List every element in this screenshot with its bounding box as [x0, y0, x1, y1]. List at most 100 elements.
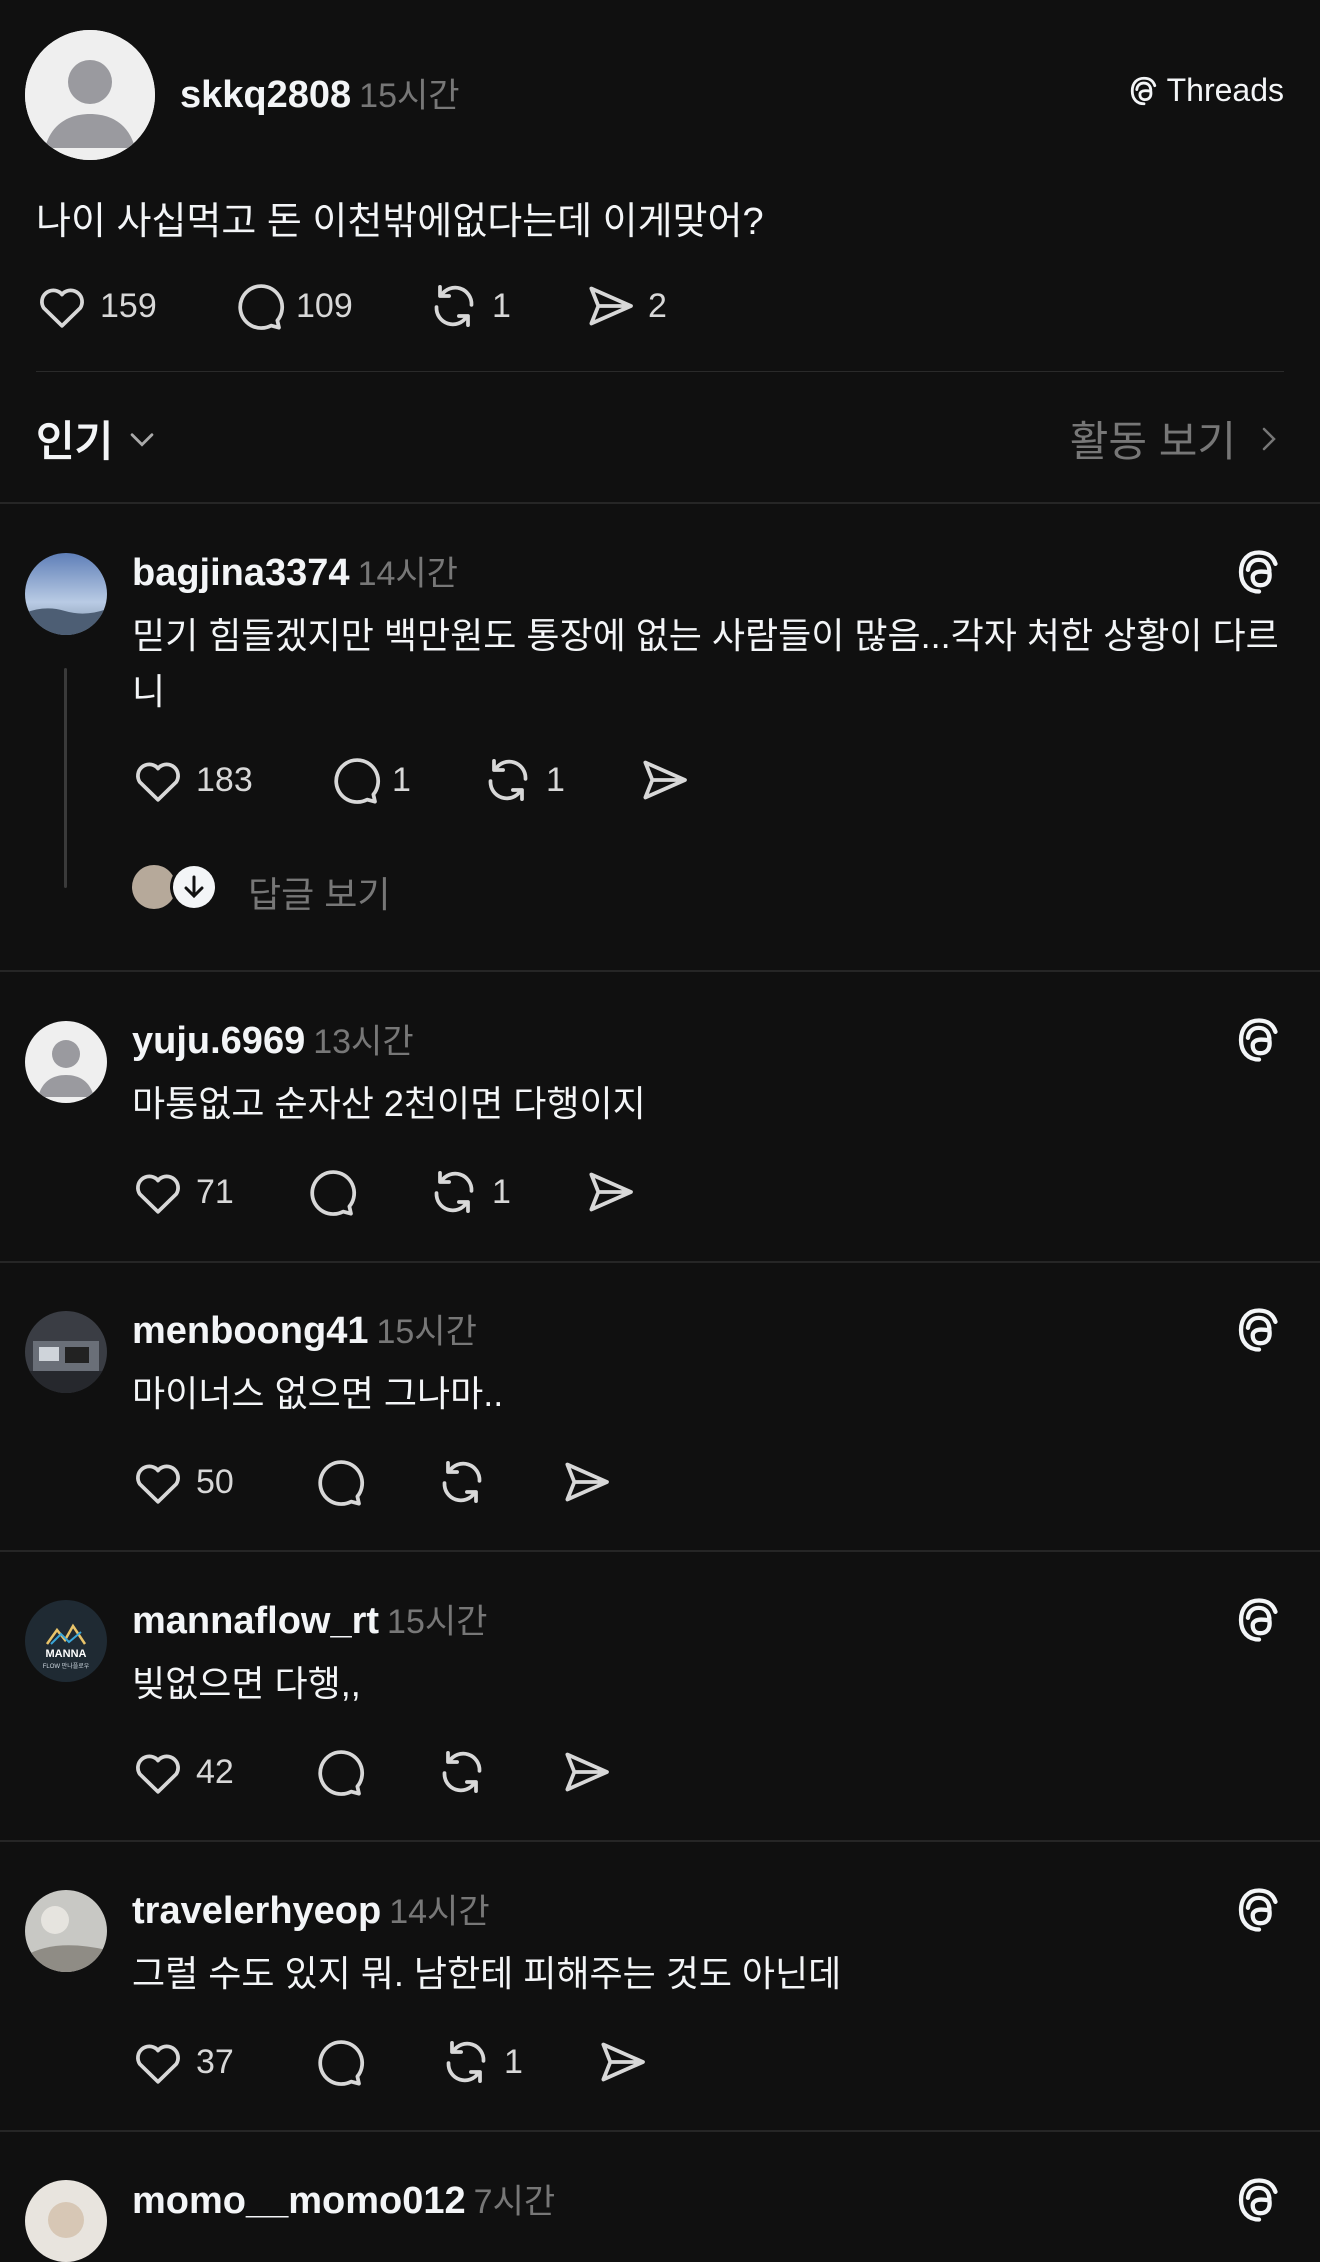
repost-button[interactable]: 1: [480, 752, 636, 808]
threads-logo-icon: [1127, 74, 1161, 108]
comment-button[interactable]: [310, 1744, 434, 1800]
comment-icon: [310, 1744, 366, 1800]
comment-icon: [310, 1454, 366, 1510]
view-replies-link[interactable]: 답글 보기: [248, 866, 390, 918]
comment-avatar[interactable]: [25, 1021, 107, 1103]
heart-icon: [130, 2034, 186, 2090]
divider: [0, 1550, 1320, 1552]
post-actions: 159 109 1 2: [34, 278, 667, 334]
heart-icon: [130, 752, 186, 808]
repost-button[interactable]: 1: [426, 278, 582, 334]
comment-actions: 37 1: [130, 2034, 650, 2090]
comment-text: 마이너스 없으면 그나마..: [132, 1373, 504, 1414]
comment-username[interactable]: mannaflow_rt 15시간: [132, 1594, 487, 1643]
like-count: 183: [196, 760, 253, 799]
comment-icon: [326, 752, 382, 808]
share-button[interactable]: [636, 752, 692, 808]
threads-badge-label: Threads: [1166, 72, 1284, 108]
like-button[interactable]: 71: [130, 1164, 302, 1220]
like-button[interactable]: 37: [130, 2034, 310, 2090]
like-count: 42: [196, 1752, 234, 1791]
threads-logo-icon[interactable]: [1233, 1304, 1285, 1356]
comment-actions: 183 1 1: [130, 752, 692, 808]
post-author-username[interactable]: skkq2808 15시간: [180, 68, 460, 117]
comment-text: 빚없으면 다행,,: [132, 1663, 361, 1704]
sort-dropdown[interactable]: 인기: [36, 408, 159, 469]
thread-connector: [64, 668, 67, 888]
repost-count: 1: [546, 760, 565, 799]
share-button[interactable]: [558, 1454, 614, 1510]
repost-button[interactable]: [434, 1744, 558, 1800]
username-text[interactable]: travelerhyeop: [132, 1890, 381, 1932]
repost-icon: [434, 1744, 490, 1800]
username-text[interactable]: mannaflow_rt: [132, 1600, 379, 1642]
comment-timestamp: 14시간: [389, 1893, 490, 1931]
comment-button[interactable]: [310, 2034, 438, 2090]
threads-badge[interactable]: Threads: [1127, 72, 1284, 109]
comment-icon: [302, 1164, 358, 1220]
view-activity-link[interactable]: 활동 보기: [1070, 408, 1284, 469]
reply-avatars: [132, 862, 222, 912]
post-timestamp: 15시간: [359, 77, 460, 115]
username-text[interactable]: yuju.6969: [132, 1020, 305, 1062]
comment-actions: 42: [130, 1744, 614, 1800]
like-count: 37: [196, 2042, 234, 2081]
repost-icon: [480, 752, 536, 808]
comment-button[interactable]: 1: [326, 752, 480, 808]
comment-avatar[interactable]: [25, 2180, 107, 2262]
post-author-avatar[interactable]: [25, 30, 155, 160]
heart-icon: [130, 1744, 186, 1800]
like-button[interactable]: 42: [130, 1744, 310, 1800]
username-text[interactable]: bagjina3374: [132, 552, 350, 594]
divider: [0, 2130, 1320, 2132]
comment-button[interactable]: 109: [230, 278, 426, 334]
comment-button[interactable]: [302, 1164, 426, 1220]
comment-username[interactable]: momo__momo012 7시간: [132, 2174, 555, 2223]
comment-avatar[interactable]: [25, 553, 107, 635]
send-icon: [636, 752, 692, 808]
heart-icon: [130, 1164, 186, 1220]
comment-count: 109: [296, 286, 353, 325]
like-button[interactable]: 50: [130, 1454, 310, 1510]
threads-logo-icon[interactable]: [1233, 1014, 1285, 1066]
like-button[interactable]: 159: [34, 278, 230, 334]
threads-logo-icon[interactable]: [1233, 1884, 1285, 1936]
divider: [0, 1840, 1320, 1842]
comment-username[interactable]: yuju.6969 13시간: [132, 1014, 414, 1063]
username-text[interactable]: momo__momo012: [132, 2180, 466, 2222]
comment-timestamp: 15시간: [376, 1313, 477, 1351]
repost-count: 1: [492, 286, 511, 325]
repost-count: 1: [492, 1172, 511, 1211]
comment-avatar[interactable]: MANNA FLOW 만나플로우: [25, 1600, 107, 1682]
comment-timestamp: 14시간: [357, 555, 458, 593]
like-count: 159: [100, 286, 157, 325]
send-icon: [582, 278, 638, 334]
threads-logo-icon[interactable]: [1233, 546, 1285, 598]
comment-username[interactable]: travelerhyeop 14시간: [132, 1884, 490, 1933]
threads-logo-icon[interactable]: [1233, 2174, 1285, 2226]
send-icon: [558, 1744, 614, 1800]
divider: [0, 502, 1320, 504]
send-icon: [558, 1454, 614, 1510]
share-button[interactable]: [582, 1164, 638, 1220]
comment-username[interactable]: bagjina3374 14시간: [132, 546, 458, 595]
like-count: 50: [196, 1462, 234, 1501]
comment-button[interactable]: [310, 1454, 434, 1510]
heart-icon: [34, 278, 90, 334]
repost-button[interactable]: 1: [426, 1164, 582, 1220]
repost-button[interactable]: [434, 1454, 558, 1510]
comment-avatar[interactable]: [25, 1311, 107, 1393]
comment-username[interactable]: menboong41 15시간: [132, 1304, 477, 1353]
post-text: 나이 사십먹고 돈 이천밖에없다는데 이게맞어?: [36, 201, 764, 243]
threads-logo-icon[interactable]: [1233, 1594, 1285, 1646]
share-button[interactable]: [558, 1744, 614, 1800]
chevron-down-icon: [130, 432, 154, 447]
username-text[interactable]: menboong41: [132, 1310, 368, 1352]
share-button[interactable]: [594, 2034, 650, 2090]
like-button[interactable]: 183: [130, 752, 326, 808]
username-text[interactable]: skkq2808: [180, 74, 351, 116]
comment-avatar[interactable]: [25, 1890, 107, 1972]
repost-button[interactable]: 1: [438, 2034, 594, 2090]
share-button[interactable]: 2: [582, 278, 667, 334]
repost-icon: [434, 1454, 490, 1510]
